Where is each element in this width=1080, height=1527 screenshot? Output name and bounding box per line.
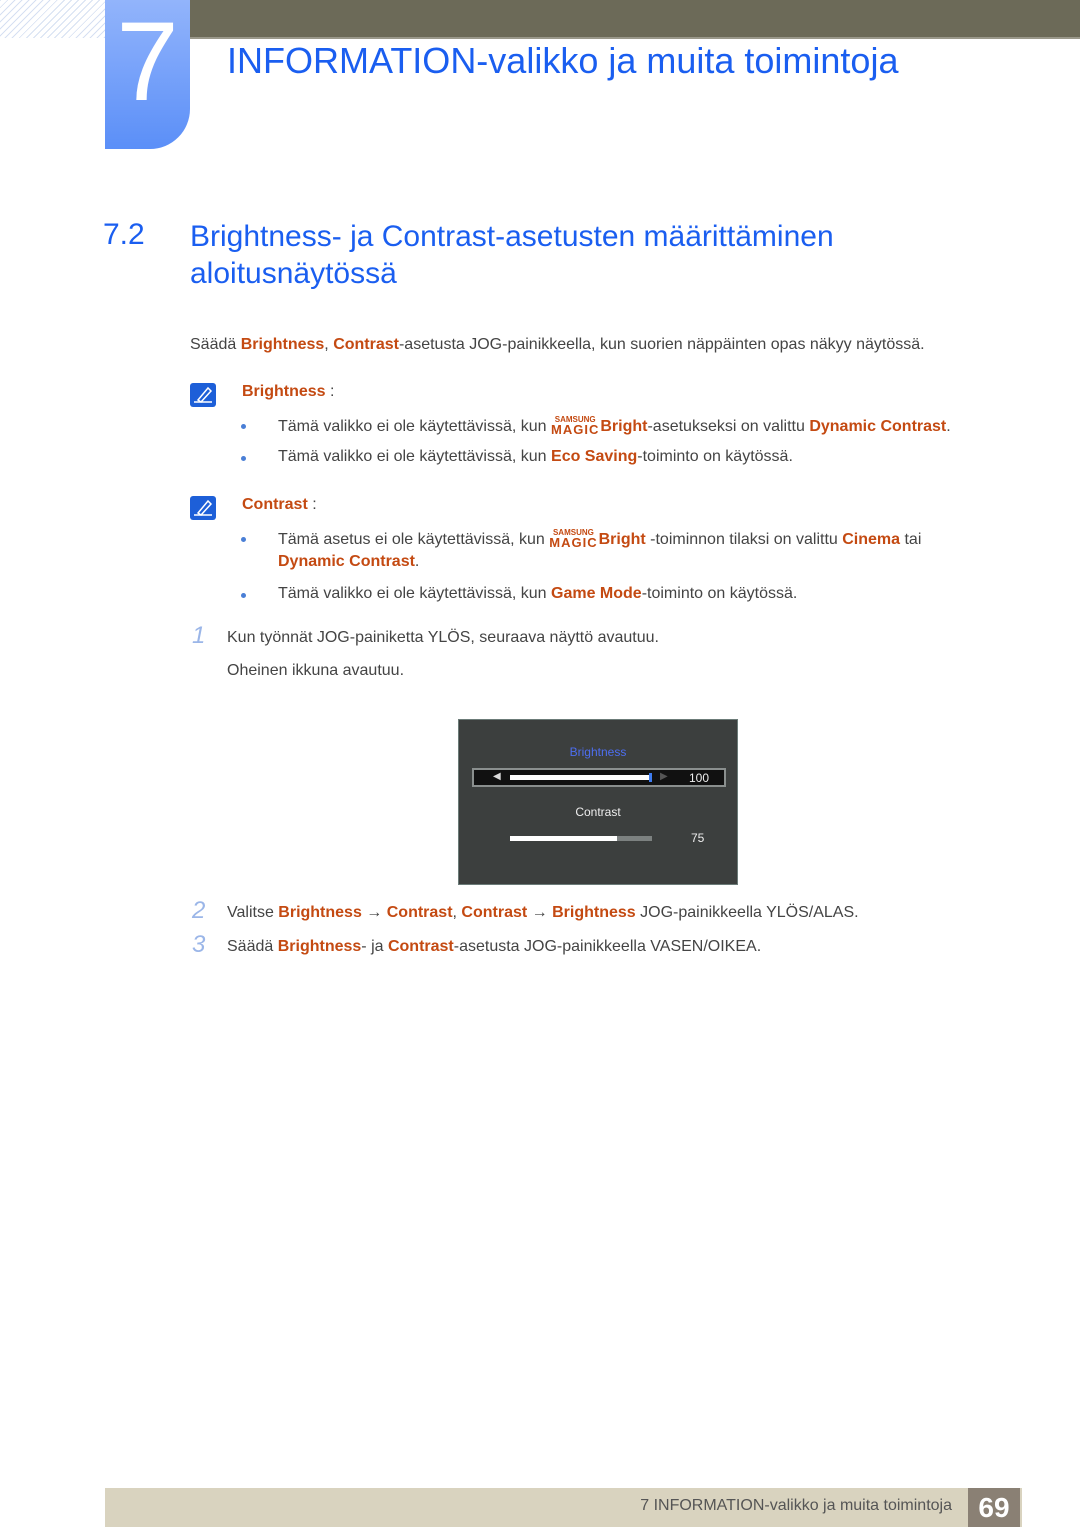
- highlight: Bright: [600, 418, 648, 435]
- step-number: 2: [192, 897, 206, 924]
- step-number: 3: [192, 931, 206, 958]
- page-number: 69: [968, 1488, 1020, 1527]
- note-title-brightness: Brightness :: [242, 383, 334, 401]
- text: -asetusta JOG-painikkeella VASEN/OIKEA.: [453, 938, 762, 955]
- highlight-brightness: Brightness: [240, 336, 325, 353]
- note-title-contrast: Contrast :: [242, 496, 317, 514]
- text: -asetusta JOG-painikkeella, kun suorien …: [398, 336, 925, 353]
- chapter-title: INFORMATION-valikko ja muita toimintoja: [227, 40, 899, 81]
- highlight-contrast: Contrast: [333, 336, 399, 353]
- arrow-right-icon: →: [527, 904, 553, 921]
- text: .: [414, 553, 420, 570]
- step-number: 1: [192, 622, 206, 649]
- text: tai: [900, 531, 922, 548]
- text: -toiminto on käytössä.: [641, 585, 798, 602]
- text: Tämä valikko ei ole käytettävissä, kun: [278, 418, 552, 435]
- highlight: Cinema: [842, 531, 901, 548]
- highlight: Eco Saving: [551, 448, 638, 465]
- chapter-number: 7: [116, 0, 179, 124]
- highlight: Contrast: [386, 904, 453, 921]
- text: Tämä asetus ei ole käytettävissä, kun: [278, 531, 550, 548]
- note-title: Brightness: [242, 383, 326, 400]
- contrast-value: 75: [691, 831, 705, 845]
- note-pencil-icon: [190, 383, 216, 407]
- logo-bottom: MAGIC: [551, 422, 600, 437]
- text: :: [325, 383, 335, 400]
- page-footer: 7 INFORMATION-valikko ja muita toimintoj…: [105, 1488, 1022, 1527]
- list-item: Tämä valikko ei ole käytettävissä, kun G…: [278, 585, 797, 603]
- list-item-continuation: Dynamic Contrast.: [278, 553, 419, 571]
- left-arrow-icon: ◀: [493, 771, 501, 782]
- text: Tämä valikko ei ole käytettävissä, kun: [278, 448, 552, 465]
- bullet: [241, 456, 246, 461]
- text: -toiminnon tilaksi on valittu: [645, 531, 843, 548]
- note-title: Contrast: [242, 496, 308, 513]
- brightness-value: 100: [689, 771, 710, 785]
- logo-bottom: MAGIC: [549, 535, 598, 550]
- footer-chapter-title: 7 INFORMATION-valikko ja muita toimintoj…: [640, 1497, 952, 1514]
- step-text: Valitse Brightness → Contrast, Contrast …: [227, 904, 859, 922]
- osd-window: Brightness ◀ ▶ 100 Contrast 75: [458, 719, 738, 885]
- osd-brightness-label: Brightness: [569, 745, 627, 759]
- arrow-right-icon: →: [361, 904, 387, 921]
- contrast-slider[interactable]: [510, 836, 652, 841]
- highlight: Bright: [598, 531, 646, 548]
- samsung-magic-logo: SAMSUNG MAGIC: [549, 529, 598, 550]
- step-text: Kun työnnät JOG-painiketta YLÖS, seuraav…: [227, 629, 659, 646]
- osd-brightness-row[interactable]: ◀ ▶ 100: [472, 768, 726, 787]
- section-number: 7.2: [103, 218, 145, 251]
- step-text: Säädä Brightness- ja Contrast-asetusta J…: [227, 938, 761, 956]
- step-subtext: Oheinen ikkuna avautuu.: [227, 662, 405, 679]
- chapter-badge: 7: [105, 0, 190, 149]
- decorative-hatch: [0, 0, 105, 38]
- note-pencil-icon: [190, 496, 216, 520]
- bullet: [241, 424, 246, 429]
- text: Valitse: [227, 904, 279, 921]
- highlight: Contrast: [387, 938, 454, 955]
- highlight: Brightness: [277, 938, 362, 955]
- highlight: Dynamic Contrast: [278, 553, 415, 570]
- contrast-slider-fill: [510, 836, 617, 841]
- section-title: Brightness- ja Contrast-asetusten määrit…: [190, 220, 834, 290]
- text: Tämä valikko ei ole käytettävissä, kun: [278, 585, 552, 602]
- text: .: [946, 418, 951, 435]
- highlight: Brightness: [278, 904, 362, 921]
- highlight: Contrast: [461, 904, 528, 921]
- brightness-slider-fill: [510, 775, 652, 780]
- text: -asetukseksi on valittu: [647, 418, 810, 435]
- brightness-slider[interactable]: [510, 773, 652, 782]
- highlight: Dynamic Contrast: [809, 418, 947, 435]
- list-item: Tämä valikko ei ole käytettävissä, kun E…: [278, 448, 793, 466]
- intro-paragraph: Säädä Brightness, Contrast-asetusta JOG-…: [190, 336, 925, 354]
- samsung-magic-logo: SAMSUNG MAGIC: [551, 416, 600, 437]
- text: Säädä: [227, 938, 278, 955]
- bullet: [241, 593, 246, 598]
- text: - ja: [361, 938, 388, 955]
- text: ,: [324, 336, 334, 353]
- bullet: [241, 537, 246, 542]
- brightness-slider-knob[interactable]: [649, 773, 652, 782]
- header-bar: [190, 0, 1080, 39]
- highlight: Brightness: [552, 904, 636, 921]
- osd-contrast-label: Contrast: [575, 805, 621, 819]
- text: -toiminto on käytössä.: [637, 448, 793, 465]
- text: :: [307, 496, 317, 513]
- text: JOG-painikkeella YLÖS/ALAS.: [635, 904, 859, 921]
- list-item: Tämä valikko ei ole käytettävissä, kun S…: [278, 416, 951, 437]
- right-arrow-icon: ▶: [660, 771, 668, 782]
- highlight: Game Mode: [551, 585, 642, 602]
- list-item: Tämä asetus ei ole käytettävissä, kun SA…: [278, 529, 922, 550]
- text: Säädä: [190, 336, 241, 353]
